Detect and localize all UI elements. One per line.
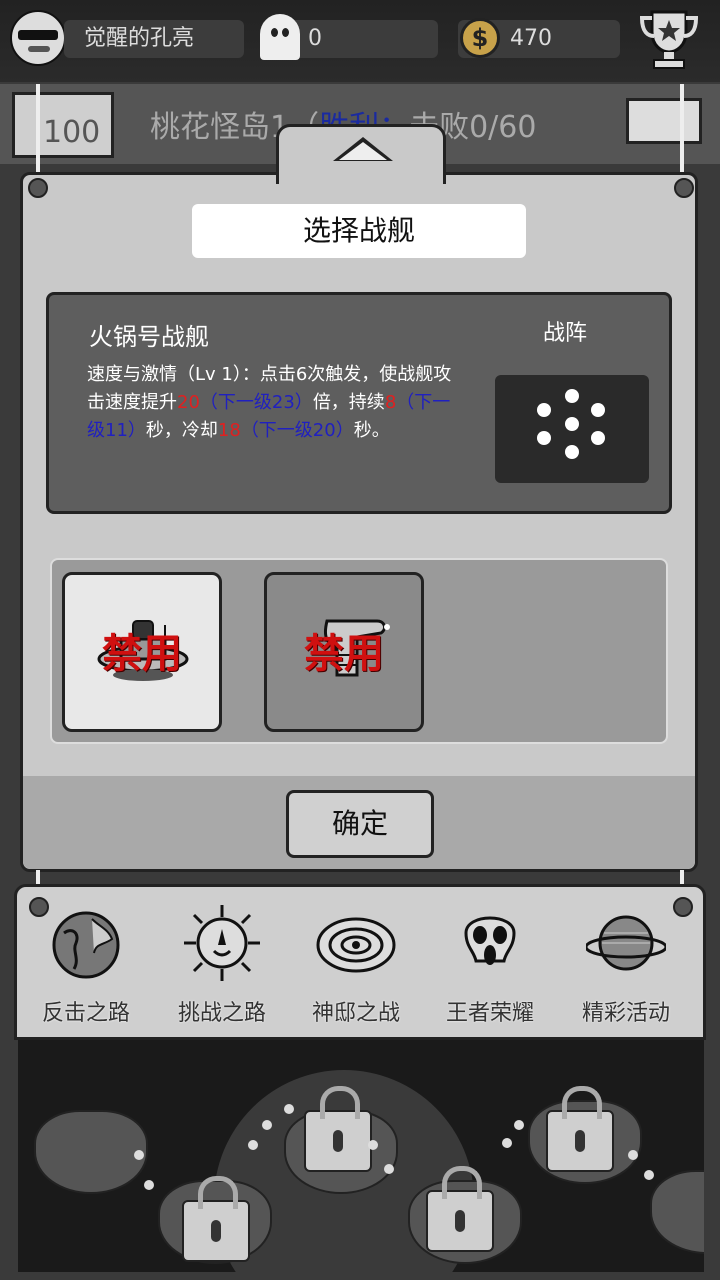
lock-icon [182, 1176, 250, 1262]
ghost-icon [260, 14, 300, 60]
coin-icon: $ [460, 18, 500, 58]
ship-info-card: 火锅号战舰 速度与激情（Lv 1）：点击6次触发，使战舰攻击速度提升20（下一级… [46, 292, 672, 514]
stage-badge: 100 [12, 92, 114, 158]
coin-counter: $ 470 [458, 18, 620, 58]
bottom-nav: 反击之路 挑战之路 神邸之战 王者荣耀 精彩活动 [14, 884, 706, 1040]
confirm-button[interactable]: 确定 [286, 790, 434, 858]
ship-name: 火锅号战舰 [89, 323, 209, 351]
dialog-title: 选择战舰 [192, 204, 526, 258]
nav-divine-battle[interactable]: 神邸之战 [291, 901, 421, 1031]
ship-slot-hotpot[interactable]: 禁用 [62, 572, 222, 732]
bolt-icon [28, 178, 48, 198]
ghost-counter: 0 [260, 14, 438, 60]
ship-slot-boot[interactable]: 禁用 [264, 572, 424, 732]
ship-list: 禁用 禁用 [50, 558, 668, 744]
skill-description: 速度与激情（Lv 1）：点击6次触发，使战舰攻击速度提升20（下一级23）倍，持… [87, 364, 452, 441]
galaxy-icon [316, 917, 396, 973]
nav-king-glory[interactable]: 王者荣耀 [425, 901, 555, 1031]
ban-label: 禁用 [304, 631, 384, 677]
bolt-icon [674, 178, 694, 198]
top-bar: 觉醒的孔亮 0 $ 470 [0, 0, 720, 82]
stage-number: 100 [43, 115, 101, 150]
globe-icon [52, 911, 120, 979]
ghost-count: 0 [308, 26, 322, 51]
collapse-tab[interactable] [276, 124, 446, 184]
lock-icon [426, 1166, 494, 1252]
lock-icon [304, 1086, 372, 1172]
map-node-6[interactable] [650, 1170, 704, 1254]
sun-icon [184, 905, 260, 981]
level-map [18, 1040, 704, 1272]
rope-left [36, 84, 40, 184]
coin-count: 470 [510, 26, 552, 51]
rope-right [680, 84, 684, 184]
arrow-sign-icon[interactable] [626, 98, 702, 144]
nav-events[interactable]: 精彩活动 [561, 901, 691, 1031]
nav-challenge-road[interactable]: 挑战之路 [157, 901, 287, 1031]
avatar[interactable] [10, 10, 66, 66]
formation-label: 战阵 [543, 321, 588, 346]
ban-label: 禁用 [102, 631, 182, 677]
map-node-1[interactable] [34, 1110, 148, 1194]
skull-icon [464, 916, 516, 965]
lock-icon [546, 1086, 614, 1172]
formation-button[interactable] [495, 375, 649, 483]
nav-counterattack-road[interactable]: 反击之路 [21, 901, 151, 1031]
chevron-up-icon [333, 137, 393, 161]
player-name: 觉醒的孔亮 [64, 20, 244, 58]
select-ship-dialog [20, 172, 698, 872]
planet-icon [586, 915, 666, 971]
trophy-icon[interactable] [638, 6, 700, 72]
